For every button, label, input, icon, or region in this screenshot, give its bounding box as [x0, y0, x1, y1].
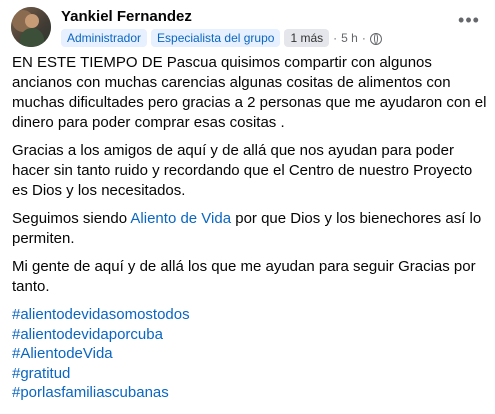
facebook-post: Yankiel Fernandez Administrador Especial… — [0, 0, 495, 414]
specialist-badge[interactable]: Especialista del grupo — [151, 29, 281, 47]
page-link[interactable]: Aliento de Vida — [130, 210, 231, 227]
author-name[interactable]: Yankiel Fernandez — [61, 8, 192, 25]
hashtag-link[interactable]: #alientodevidasomostodos — [12, 305, 490, 325]
hashtag-link[interactable]: #AlientodeVida — [12, 344, 490, 364]
post-paragraph: Seguimos siendo Aliento de Vida por que … — [12, 209, 490, 249]
post-paragraph: Mi gente de aquí y de allá los que me ay… — [12, 258, 476, 295]
avatar[interactable] — [11, 7, 51, 47]
post-paragraph: EN ESTE TIEMPO DE Pascua quisimos compar… — [12, 54, 487, 131]
post-time[interactable]: 5 h — [341, 31, 358, 45]
post-body: EN ESTE TIEMPO DE Pascua quisimos compar… — [12, 53, 490, 403]
more-badges[interactable]: 1 más — [284, 29, 330, 47]
separator: · — [361, 31, 366, 45]
admin-badge[interactable]: Administrador — [61, 29, 148, 47]
separator: · — [333, 31, 338, 45]
hashtag-link[interactable]: #gratitud — [12, 364, 490, 384]
hashtag-link[interactable]: #alientodevidaporcuba — [12, 325, 490, 345]
hashtag-list: #alientodevidasomostodos #alientodevidap… — [12, 305, 490, 403]
post-meta: Administrador Especialista del grupo 1 m… — [61, 28, 382, 48]
post-header: Yankiel Fernandez Administrador Especial… — [11, 4, 491, 48]
post-paragraph: Gracias a los amigos de aquí y de allá q… — [12, 142, 473, 199]
paragraph-text: Seguimos siendo — [12, 210, 131, 227]
hashtag-link[interactable]: #porlasfamiliascubanas — [12, 383, 490, 403]
globe-icon — [369, 33, 382, 45]
more-options-icon[interactable]: ••• — [455, 6, 483, 34]
